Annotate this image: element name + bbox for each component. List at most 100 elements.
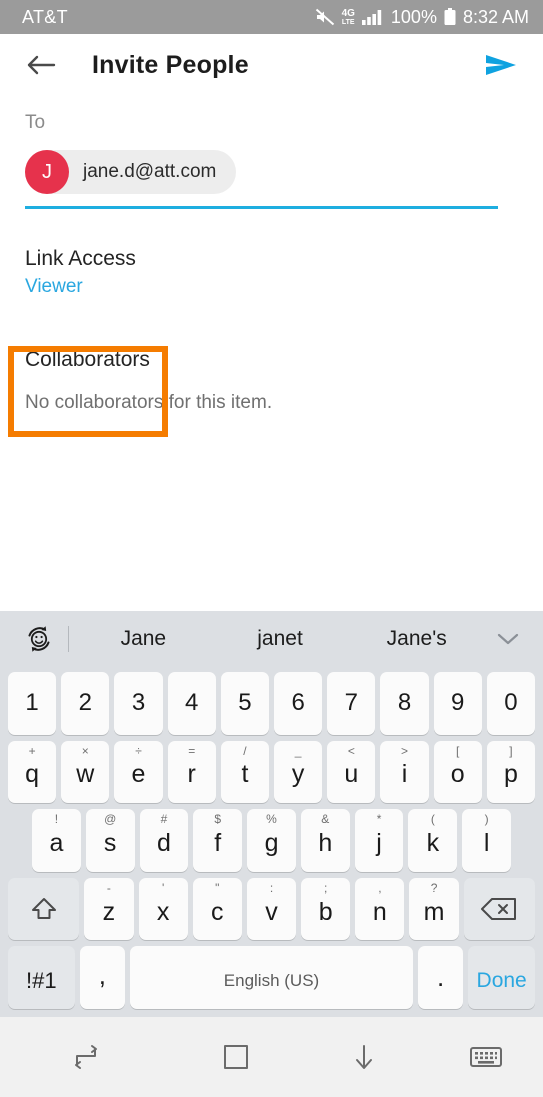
key-v[interactable]: :v	[246, 877, 297, 941]
system-navigation-bar	[0, 1017, 543, 1097]
key-label: u	[344, 760, 359, 789]
key-sup-label: (	[430, 812, 435, 827]
key-j[interactable]: * j	[354, 809, 404, 872]
key-a[interactable]: ! a	[32, 809, 81, 872]
back-arrow-icon[interactable]	[24, 48, 58, 82]
keyboard-row-numbers: 1 2 3 4 5 6 7 8 9 0	[4, 672, 539, 735]
key-label: 4	[185, 689, 199, 717]
link-access-value[interactable]: Viewer	[25, 276, 136, 298]
key-c[interactable]: " c	[192, 877, 242, 941]
key-label: x	[156, 897, 170, 926]
key-label: ,	[98, 960, 106, 991]
send-icon[interactable]	[481, 48, 521, 82]
key-i[interactable]: > i	[380, 740, 429, 804]
key-q[interactable]: + q	[8, 740, 57, 804]
key-g[interactable]: % g	[247, 809, 296, 872]
space-key[interactable]: English (US)	[130, 946, 413, 1009]
suggestion-word-2[interactable]: janet	[212, 627, 349, 651]
key-label: !#1	[26, 967, 57, 993]
clock-label: 8:32 AM	[462, 6, 529, 27]
key-sup-label: $	[214, 812, 222, 827]
key-p[interactable]: ] p	[486, 740, 536, 804]
arrow-down-icon[interactable]	[300, 1041, 428, 1073]
key-s[interactable]: @ s	[85, 809, 135, 872]
link-access-row[interactable]: Link Access Viewer	[25, 243, 136, 300]
suggestion-words: Jane janet Jane's	[75, 627, 485, 651]
key-sup-label: ,	[378, 880, 382, 895]
key-sup-label: /	[243, 743, 247, 758]
key-1[interactable]: 1	[8, 672, 57, 735]
key-b[interactable]: ; b	[301, 877, 351, 941]
key-label: 7	[344, 689, 358, 717]
key-9[interactable]: 9	[433, 672, 482, 735]
key-sup-label: *	[376, 812, 382, 827]
key-label: z	[102, 897, 116, 926]
key-sup-label: [	[456, 743, 460, 758]
key-k[interactable]: (k	[408, 809, 458, 872]
key-u[interactable]: < u	[327, 740, 376, 804]
key-label: 3	[131, 689, 146, 717]
emoji-sticker-icon[interactable]	[18, 623, 60, 655]
key-x[interactable]: ' x	[138, 877, 188, 941]
key-8[interactable]: 8	[380, 672, 429, 735]
key-l[interactable]: ) l	[462, 809, 512, 872]
key-label: k	[426, 828, 440, 857]
key-6[interactable]: 6	[274, 672, 323, 735]
backspace-icon[interactable]	[463, 877, 535, 941]
key-sup-label: ×	[81, 743, 89, 758]
suggestion-word-1[interactable]: Jane	[75, 627, 212, 651]
key-label: g	[264, 828, 279, 857]
key-label: 1	[25, 689, 39, 717]
key-m[interactable]: ? m	[409, 877, 459, 941]
key-sup-label: _	[294, 743, 302, 758]
key-o[interactable]: [o	[433, 740, 482, 804]
to-field-underline	[25, 206, 498, 209]
symbols-key[interactable]: !#1	[8, 946, 75, 1009]
key-f[interactable]: $ f	[193, 809, 243, 872]
key-5[interactable]: 5	[220, 672, 270, 735]
key-d[interactable]: # d	[139, 809, 189, 872]
key-4[interactable]: 4	[167, 672, 216, 735]
key-0[interactable]: 0	[486, 672, 536, 735]
key-2[interactable]: 2	[61, 672, 110, 735]
key-sup-label: <	[347, 743, 355, 758]
keyboard-row-qwerty: + q × w ÷ e = r / t _ y < u > i [o ] p	[4, 740, 539, 804]
to-label: To	[25, 112, 46, 133]
home-icon[interactable]	[172, 1042, 300, 1072]
key-t[interactable]: / t	[220, 740, 270, 804]
key-label: e	[131, 760, 146, 789]
key-label: v	[265, 897, 278, 926]
recipient-chip[interactable]: J jane.d@att.com	[25, 150, 237, 194]
key-label: 8	[397, 689, 412, 717]
network-sub: LTE	[341, 18, 355, 26]
key-period[interactable]: .	[417, 946, 464, 1009]
link-access-title: Link Access	[25, 247, 136, 270]
key-y[interactable]: _ y	[274, 740, 323, 804]
network-type: 4G	[341, 7, 355, 19]
key-3[interactable]: 3	[114, 672, 163, 735]
key-label: m	[423, 897, 445, 926]
key-comma[interactable]: ,	[79, 946, 126, 1009]
key-n[interactable]: ,n	[355, 877, 405, 941]
shift-icon[interactable]	[8, 877, 80, 941]
key-w[interactable]: × w	[61, 740, 110, 804]
status-icons: 4G LTE 100% 8:32 AM	[315, 7, 529, 28]
chevron-down-icon[interactable]	[485, 630, 531, 648]
suggestion-word-3[interactable]: Jane's	[348, 627, 485, 651]
battery-icon	[444, 8, 456, 26]
key-sup-label: "	[215, 880, 220, 895]
key-sup-label: &	[321, 812, 330, 827]
key-label: w	[76, 760, 95, 789]
key-e[interactable]: ÷ e	[114, 740, 163, 804]
recents-icon[interactable]	[0, 1041, 172, 1073]
key-z[interactable]: -z	[84, 877, 134, 941]
mute-icon	[315, 8, 335, 26]
key-label: n	[372, 897, 387, 926]
keyboard-icon[interactable]	[428, 1044, 543, 1070]
key-h[interactable]: & h	[300, 809, 350, 872]
done-key[interactable]: Done	[468, 946, 535, 1009]
key-r[interactable]: = r	[167, 740, 216, 804]
key-label: 9	[451, 689, 465, 717]
keyboard-row-asdf: ! a @ s # d $ f % g & h * j (k ) l	[4, 809, 539, 872]
key-7[interactable]: 7	[327, 672, 376, 735]
